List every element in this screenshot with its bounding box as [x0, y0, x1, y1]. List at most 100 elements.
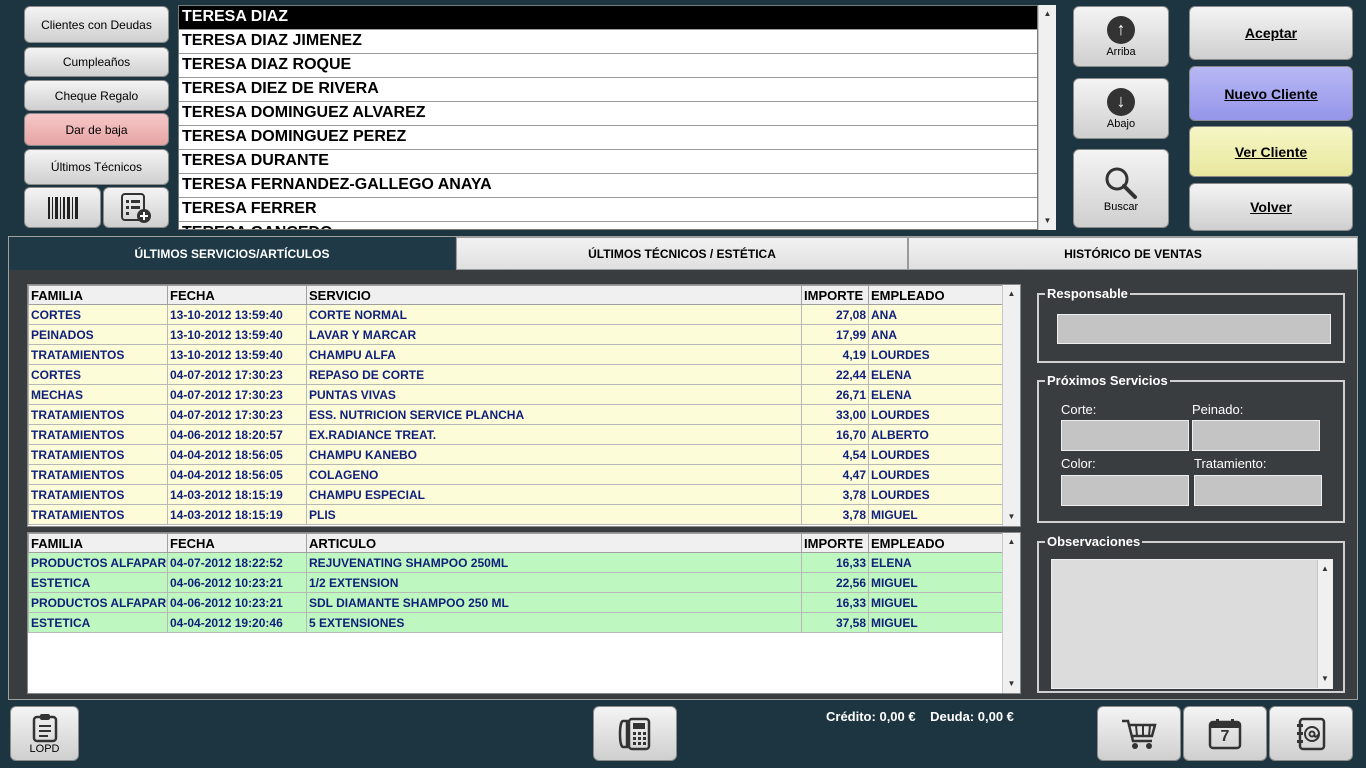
client-item[interactable]: TERESA DIEZ DE RIVERA [179, 78, 1037, 102]
address-book-icon [1294, 717, 1328, 751]
client-item[interactable]: TERESA DOMINGUEZ ALVAREZ [179, 102, 1037, 126]
cell-fecha: 04-06-2012 10:23:21 [167, 572, 307, 593]
abajo-button[interactable]: ↓ Abajo [1073, 78, 1169, 139]
tab-historico-ventas[interactable]: HISTÓRICO DE VENTAS [908, 237, 1358, 270]
col-header-servicio[interactable]: SERVICIO [306, 285, 802, 305]
table-row[interactable]: TRATAMIENTOS 04-04-2012 18:56:05 COLAGENO 4… [28, 464, 1003, 485]
volver-button[interactable]: Volver [1189, 183, 1353, 231]
dar-de-baja-button[interactable]: Dar de baja [24, 113, 169, 146]
cell-empleado: LOURDES [868, 464, 1003, 485]
cell-servicio: CORTE NORMAL [306, 304, 802, 325]
cell-importe: 22,44 [801, 364, 869, 385]
table-row[interactable]: TRATAMIENTOS 13-10-2012 13:59:40 CHAMPU AL… [28, 344, 1003, 365]
col-header-articulo[interactable]: ARTICULO [306, 533, 802, 553]
col-header-fecha[interactable]: FECHA [167, 285, 307, 305]
color-field[interactable] [1061, 475, 1189, 506]
aceptar-button[interactable]: Aceptar [1189, 6, 1353, 60]
tratamiento-field[interactable] [1194, 475, 1322, 506]
col-header-importe[interactable]: IMPORTE [801, 285, 869, 305]
buscar-button[interactable]: Buscar [1073, 149, 1169, 228]
contacts-button[interactable] [1269, 706, 1353, 761]
scroll-down-icon[interactable]: ▼ [1003, 677, 1020, 691]
services-scrollbar[interactable]: ▲ ▼ [1002, 285, 1020, 526]
client-item[interactable]: TERESA DIAZ JIMENEZ [179, 30, 1037, 54]
col-header-importe[interactable]: IMPORTE [801, 533, 869, 553]
col-header-empleado[interactable]: EMPLEADO [868, 285, 1003, 305]
barcode-button[interactable] [24, 187, 101, 228]
tab-ultimos-servicios[interactable]: ÚLTIMOS SERVICIOS/ARTÍCULOS [9, 237, 455, 270]
deuda-value: 0,00 € [977, 709, 1014, 724]
color-label: Color: [1061, 456, 1096, 471]
cell-importe: 33,00 [801, 404, 869, 425]
aceptar-label: Aceptar [1244, 25, 1298, 41]
phone-button[interactable] [593, 706, 677, 761]
arriba-button[interactable]: ↑ Arriba [1073, 6, 1169, 67]
col-header-empleado[interactable]: EMPLEADO [868, 533, 1003, 553]
client-item[interactable]: TERESA DURANTE [179, 150, 1037, 174]
peinado-field[interactable] [1192, 420, 1320, 451]
lopd-button[interactable]: LOPD [10, 706, 79, 761]
add-list-button[interactable] [103, 187, 169, 228]
scroll-up-icon[interactable]: ▲ [1039, 7, 1056, 21]
articles-grid[interactable]: FAMILIA FECHA ARTICULO IMPORTE EMPLEADO … [27, 532, 1021, 694]
scroll-down-icon[interactable]: ▼ [1003, 510, 1020, 524]
client-list-scrollbar[interactable]: ▲ ▼ [1038, 5, 1056, 230]
table-row[interactable]: ESTETICA 04-04-2012 19:20:46 5 EXTENSIONES… [28, 612, 1003, 633]
table-row[interactable]: PRODUCTOS ALFAPARF 04-06-2012 10:23:21 SDL… [28, 592, 1003, 613]
client-item[interactable]: TERESA DIAZ [179, 6, 1037, 30]
barcode-icon [46, 195, 80, 221]
ultimos-tecnicos-button[interactable]: Últimos Técnicos [24, 149, 169, 185]
cell-empleado: MIGUEL [868, 592, 1003, 613]
table-row[interactable]: CORTES 04-07-2012 17:30:23 REPASO DE CORTE… [28, 364, 1003, 385]
scroll-down-icon[interactable]: ▼ [1039, 214, 1056, 228]
responsable-field[interactable] [1057, 314, 1331, 344]
client-item[interactable]: TERESA FERRER [179, 198, 1037, 222]
client-item[interactable]: TERESA FERNANDEZ-GALLEGO ANAYA [179, 174, 1037, 198]
calendar-button[interactable]: 7 [1183, 706, 1267, 761]
cheque-regalo-button[interactable]: Cheque Regalo [24, 80, 169, 111]
cell-importe: 4,47 [801, 464, 869, 485]
arrow-up-icon: ↑ [1107, 15, 1135, 44]
client-item[interactable]: TERESA GANCEDO [179, 222, 1037, 229]
tab-ultimos-tecnicos[interactable]: ÚLTIMOS TÉCNICOS / ESTÉTICA [456, 237, 908, 270]
clientes-con-deudas-button[interactable]: Clientes con Deudas [24, 6, 169, 43]
ver-cliente-label: Ver Cliente [1234, 143, 1308, 160]
observaciones-scrollbar[interactable]: ▲ ▼ [1317, 560, 1332, 688]
observaciones-textarea[interactable]: ▲ ▼ [1051, 559, 1333, 689]
nuevo-cliente-button[interactable]: Nuevo Cliente [1189, 66, 1353, 121]
scroll-up-icon[interactable]: ▲ [1003, 535, 1020, 549]
client-item[interactable]: TERESA DOMINGUEZ PEREZ [179, 126, 1037, 150]
client-list[interactable]: TERESA DIAZ TERESA DIAZ JIMENEZ TERESA D… [178, 5, 1038, 230]
corte-field[interactable] [1061, 420, 1189, 451]
col-header-familia[interactable]: FAMILIA [28, 285, 168, 305]
table-row[interactable]: PRODUCTOS ALFAPARF 04-07-2012 18:22:52 REJ… [28, 552, 1003, 573]
cell-importe: 27,08 [801, 304, 869, 325]
cell-empleado: ANA [868, 304, 1003, 325]
cart-button[interactable] [1097, 706, 1181, 761]
cumpleanos-button[interactable]: Cumpleaños [24, 47, 169, 77]
cell-articulo: REJUVENATING SHAMPOO 250ML [306, 552, 802, 573]
services-grid[interactable]: FAMILIA FECHA SERVICIO IMPORTE EMPLEADO … [27, 284, 1021, 527]
cell-importe: 3,78 [801, 504, 869, 525]
client-item[interactable]: TERESA DIAZ ROQUE [179, 54, 1037, 78]
col-header-fecha[interactable]: FECHA [167, 533, 307, 553]
scroll-down-icon[interactable]: ▼ [1318, 672, 1332, 686]
table-row[interactable]: TRATAMIENTOS 04-06-2012 18:20:57 EX.RADIAN… [28, 424, 1003, 445]
table-row[interactable]: TRATAMIENTOS 14-03-2012 18:15:19 CHAMPU ES… [28, 484, 1003, 505]
table-row[interactable]: PEINADOS 13-10-2012 13:59:40 LAVAR Y MARCA… [28, 324, 1003, 345]
scroll-up-icon[interactable]: ▲ [1003, 287, 1020, 301]
table-row[interactable]: CORTES 13-10-2012 13:59:40 CORTE NORMAL 27,… [28, 304, 1003, 325]
table-row[interactable]: ESTETICA 04-06-2012 10:23:21 1/2 EXTENSION… [28, 572, 1003, 593]
table-row[interactable]: MECHAS 04-07-2012 17:30:23 PUNTAS VIVAS 26,… [28, 384, 1003, 405]
articles-scrollbar[interactable]: ▲ ▼ [1002, 533, 1020, 693]
col-header-familia[interactable]: FAMILIA [28, 533, 168, 553]
table-row[interactable]: TRATAMIENTOS 14-03-2012 18:15:19 PLIS 3,78 M… [28, 504, 1003, 525]
table-row[interactable]: TRATAMIENTOS 04-04-2012 18:56:05 CHAMPU KA… [28, 444, 1003, 465]
scroll-up-icon[interactable]: ▲ [1318, 562, 1332, 576]
table-row[interactable]: TRATAMIENTOS 04-07-2012 17:30:23 ESS. NUTR… [28, 404, 1003, 425]
ver-cliente-button[interactable]: Ver Cliente [1189, 126, 1353, 177]
cell-empleado: ELENA [868, 384, 1003, 405]
clientes-con-deudas-label: Clientes con Deudas [41, 17, 152, 32]
nuevo-cliente-label: Nuevo Cliente [1224, 85, 1318, 102]
cell-articulo: 1/2 EXTENSION [306, 572, 802, 593]
